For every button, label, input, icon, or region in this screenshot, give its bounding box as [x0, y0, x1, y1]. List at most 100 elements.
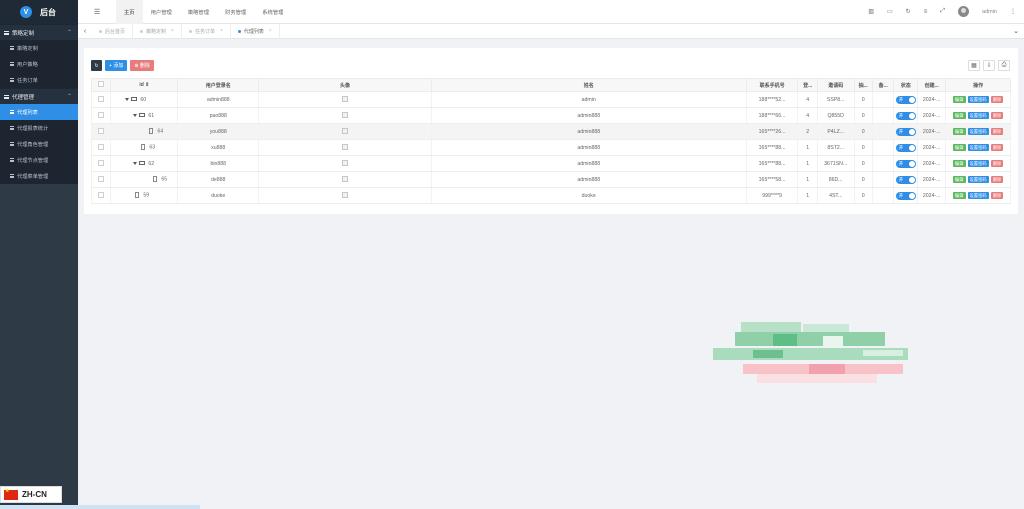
tab-scroll-left-icon[interactable]: ‹ — [78, 28, 92, 35]
tab-strategy[interactable]: 策略定制 × — [133, 23, 182, 39]
chart-icon[interactable]: ▥ — [868, 8, 874, 15]
sidebar-item-task-orders[interactable]: 任务订单 — [0, 72, 78, 88]
col-rate: 抽... — [853, 78, 873, 92]
sidebar-item-agent-roles[interactable]: 代理角色管理 — [0, 136, 78, 152]
cell-phone: 165****26... — [745, 123, 799, 140]
list-icon[interactable]: ≡ — [924, 9, 928, 15]
avatar[interactable] — [958, 6, 970, 17]
delete-row-button[interactable]: 删除 — [990, 160, 1004, 167]
edit-button[interactable]: 编辑 — [952, 128, 966, 135]
set-password-button[interactable]: 设置密码 — [967, 96, 989, 103]
status-toggle[interactable]: 开 — [895, 95, 916, 104]
edit-button[interactable]: 编辑 — [952, 144, 966, 151]
table-row[interactable]: 60 admin888 admin 188****52... 4 SSP8...… — [90, 91, 1011, 108]
set-password-button[interactable]: 设置密码 — [967, 176, 989, 183]
menu-toggle-icon[interactable]: ☰ — [78, 8, 116, 16]
tree-expand-icon[interactable] — [133, 113, 138, 117]
delete-row-button[interactable]: 删除 — [990, 112, 1004, 119]
topnav-finance[interactable]: 财务管理 — [217, 0, 254, 24]
delete-row-button[interactable]: 删除 — [990, 96, 1004, 103]
close-icon[interactable]: × — [171, 28, 174, 34]
status-toggle[interactable]: 开 — [895, 175, 916, 184]
sidebar-group-agent[interactable]: 代理管理 ⌃ — [0, 88, 78, 104]
table-row[interactable]: 62 bin888 admin888 165****88... 1 3671SN… — [90, 155, 1011, 172]
sidebar-item-agent-nodes[interactable]: 代理节点管理 — [0, 152, 78, 168]
edit-button[interactable]: 编辑 — [952, 192, 966, 199]
columns-icon[interactable]: ▦ — [968, 60, 980, 71]
sidebar-item-user-strategy[interactable]: 用户策略 — [0, 56, 78, 72]
tab-label: 任务订单 — [194, 28, 215, 35]
checkbox[interactable] — [98, 175, 105, 182]
tree-expand-icon[interactable] — [133, 161, 138, 165]
col-id[interactable]: id ⇕ — [110, 78, 179, 92]
cell-created: 2024-... — [917, 123, 947, 140]
app-logo[interactable]: V 后台 — [0, 0, 78, 24]
edit-button[interactable]: 编辑 — [952, 96, 966, 103]
status-toggle[interactable]: 开 — [895, 191, 916, 200]
status-toggle[interactable]: 开 — [895, 111, 916, 120]
checkbox[interactable] — [98, 127, 105, 134]
tab-home[interactable]: 后台首页 — [92, 23, 134, 39]
delete-button[interactable]: ⊗ 删除 — [130, 60, 154, 71]
checkbox[interactable] — [98, 111, 105, 118]
tab-agent-list[interactable]: 代理列表 × — [231, 23, 280, 39]
user-name[interactable]: admin — [982, 9, 997, 15]
close-icon[interactable]: × — [269, 28, 272, 34]
set-password-button[interactable]: 设置密码 — [967, 128, 989, 135]
topnav-strategy[interactable]: 策略管理 — [180, 0, 217, 24]
close-icon[interactable]: × — [220, 28, 223, 34]
refresh-button[interactable]: ↻ — [91, 60, 102, 71]
cell-code: Q855D — [816, 107, 855, 124]
add-button[interactable]: + 添加 — [105, 60, 128, 71]
tab-scroll-right-icon[interactable]: ⌄ — [1008, 27, 1024, 35]
set-password-button[interactable]: 设置密码 — [967, 160, 989, 167]
fullscreen-icon[interactable]: ⤢ — [940, 8, 945, 15]
edit-button[interactable]: 编辑 — [952, 160, 966, 167]
set-password-button[interactable]: 设置密码 — [967, 112, 989, 119]
cell-created: 2024-... — [917, 155, 947, 172]
topnav-home[interactable]: 主页 — [116, 0, 143, 24]
checkbox[interactable] — [98, 191, 105, 198]
delete-row-button[interactable]: 删除 — [990, 144, 1004, 151]
window-icon[interactable]: ▭ — [887, 8, 893, 15]
tab-orders[interactable]: 任务订单 × — [182, 23, 231, 39]
topnav-system[interactable]: 系统管理 — [254, 0, 291, 24]
delete-row-button[interactable]: 删除 — [990, 176, 1004, 183]
set-password-button[interactable]: 设置密码 — [967, 192, 989, 199]
checkbox[interactable] — [98, 143, 105, 150]
table-row[interactable]: 63 xu888 admin888 165****88... 1 8ST2...… — [90, 139, 1011, 156]
edit-button[interactable]: 编辑 — [952, 176, 966, 183]
checkbox[interactable] — [98, 81, 105, 87]
language-switcher[interactable]: ZH-CN — [0, 486, 62, 503]
sidebar-item-agent-menus[interactable]: 代理菜单管理 — [0, 168, 78, 184]
sidebar-item-strategy-custom[interactable]: 策略定制 — [0, 40, 78, 56]
export-icon[interactable]: ⇩ — [983, 60, 995, 71]
sidebar-item-agent-report[interactable]: 代理报表统计 — [0, 120, 78, 136]
status-toggle[interactable]: 开 — [895, 159, 916, 168]
avatar-image-icon — [341, 127, 348, 134]
edit-button[interactable]: 编辑 — [952, 112, 966, 119]
table-row[interactable]: 65 de888 admin888 165****58... 1 86D... … — [90, 171, 1011, 188]
checkbox[interactable] — [98, 159, 105, 166]
sidebar-group-strategy[interactable]: 策略定制 ⌃ — [0, 24, 78, 40]
delete-row-button[interactable]: 删除 — [990, 128, 1004, 135]
table-row[interactable]: 59 duoke duoke 999****9 1 4ST... 0 开 202… — [90, 187, 1011, 204]
delete-row-button[interactable]: 删除 — [990, 192, 1004, 199]
cell-id: 60 — [140, 96, 147, 103]
table-row[interactable]: 64 you888 admin888 165****26... 2 P4LZ..… — [90, 123, 1011, 140]
print-icon[interactable]: ⎙ — [998, 60, 1010, 71]
status-toggle[interactable]: 开 — [895, 127, 916, 136]
status-toggle[interactable]: 开 — [895, 143, 916, 152]
cell-code: 4ST... — [816, 187, 855, 204]
sidebar-item-agent-list[interactable]: 代理列表 — [0, 104, 78, 120]
more-vertical-icon[interactable]: ⋮ — [1010, 8, 1016, 15]
topnav-users[interactable]: 用户管理 — [143, 0, 180, 24]
table-row[interactable]: 61 pao888 admin888 188****66... 4 Q855D … — [90, 107, 1011, 124]
trash-icon: ⊗ — [134, 62, 139, 69]
cell-id: 64 — [157, 128, 164, 135]
set-password-button[interactable]: 设置密码 — [967, 144, 989, 151]
select-all-header[interactable] — [90, 78, 112, 92]
checkbox[interactable] — [98, 95, 105, 102]
tree-expand-icon[interactable] — [125, 97, 130, 101]
refresh-icon[interactable]: ↻ — [906, 8, 911, 15]
